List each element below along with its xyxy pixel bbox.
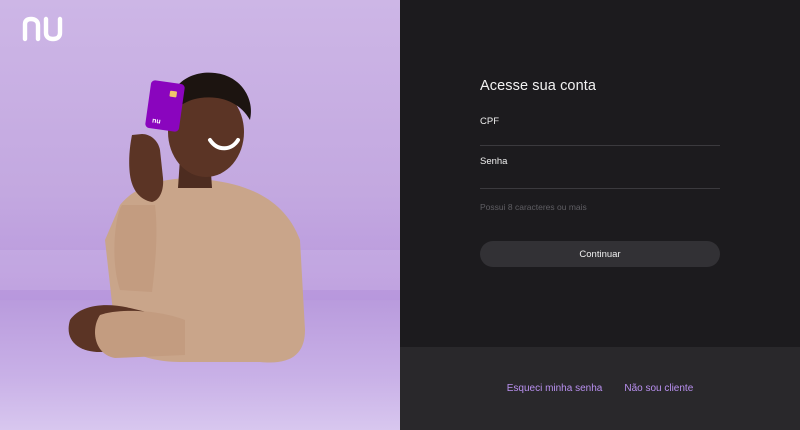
cpf-input[interactable]	[480, 127, 720, 143]
continue-button[interactable]: Continuar	[480, 241, 720, 267]
cpf-label: CPF	[480, 116, 499, 127]
password-field[interactable]: Senha	[480, 146, 720, 189]
login-form: Acesse sua conta CPF Senha Possui 8 cara…	[480, 78, 720, 267]
password-hint: Possui 8 caracteres ou mais	[480, 202, 587, 212]
nubank-logo	[22, 16, 63, 42]
forgot-password-link[interactable]: Esqueci minha senha	[507, 383, 603, 394]
login-footer: Esqueci minha senha Não sou cliente	[400, 347, 800, 430]
cpf-field[interactable]: CPF	[480, 85, 720, 146]
woman-holding-card-illustration	[68, 72, 305, 363]
not-customer-link[interactable]: Não sou cliente	[624, 383, 693, 394]
password-input[interactable]	[480, 170, 720, 186]
hero-image-panel: nu	[0, 0, 400, 430]
password-label: Senha	[480, 156, 508, 167]
card-logo-text: nu	[151, 117, 162, 126]
login-panel: Acesse sua conta CPF Senha Possui 8 cara…	[400, 0, 800, 347]
